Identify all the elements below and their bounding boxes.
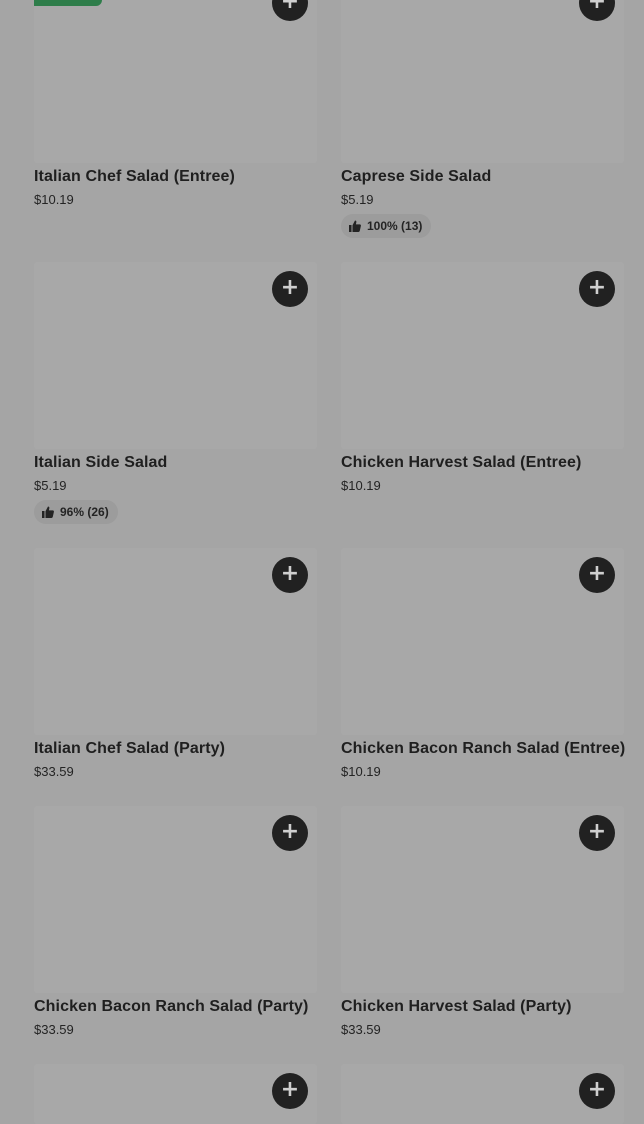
- item-image[interactable]: +: [34, 806, 317, 993]
- add-item-button[interactable]: +: [579, 815, 615, 851]
- rating-text: 96% (26): [60, 505, 109, 519]
- menu-item-card[interactable]: + Italian Chef Salad (Entree) $10.19: [34, 0, 317, 262]
- plus-icon: +: [280, 275, 300, 300]
- item-name[interactable]: Chicken Bacon Ranch Salad (Entree): [341, 740, 625, 758]
- add-item-button[interactable]: +: [272, 271, 308, 307]
- item-name[interactable]: Chicken Harvest Salad (Party): [341, 998, 624, 1016]
- item-price: $5.19: [34, 478, 67, 493]
- item-image[interactable]: +: [34, 1064, 317, 1124]
- add-item-button[interactable]: +: [272, 557, 308, 593]
- plus-icon: +: [587, 1077, 607, 1102]
- item-price: $10.19: [341, 478, 381, 493]
- menu-item-card[interactable]: + Caprese Side Salad $5.19 100% (13): [341, 0, 624, 262]
- add-item-button[interactable]: +: [579, 0, 615, 21]
- menu-item-card[interactable]: + Chicken Harvest Salad (Entree) $10.19: [341, 262, 624, 548]
- item-image[interactable]: +: [341, 1064, 624, 1124]
- item-name[interactable]: Italian Side Salad: [34, 454, 317, 472]
- item-name[interactable]: Caprese Side Salad: [341, 168, 624, 186]
- item-name[interactable]: Chicken Bacon Ranch Salad (Party): [34, 998, 317, 1016]
- item-price: $33.59: [34, 1022, 74, 1037]
- rating-badge: 96% (26): [34, 500, 118, 524]
- item-image[interactable]: +: [341, 262, 624, 449]
- item-name[interactable]: Italian Chef Salad (Entree): [34, 168, 317, 186]
- plus-icon: +: [587, 819, 607, 844]
- item-image[interactable]: +: [34, 0, 317, 163]
- plus-icon: +: [280, 0, 300, 14]
- plus-icon: +: [280, 1077, 300, 1102]
- plus-icon: +: [587, 275, 607, 300]
- item-price: $33.59: [34, 764, 74, 779]
- menu-grid: + Italian Chef Salad (Entree) $10.19 + C…: [34, 0, 625, 1124]
- item-name[interactable]: Chicken Harvest Salad (Entree): [341, 454, 624, 472]
- plus-icon: +: [280, 819, 300, 844]
- plus-icon: +: [280, 561, 300, 586]
- item-price: $5.19: [341, 192, 374, 207]
- menu-item-card[interactable]: + Italian Side Salad $5.19 96% (26): [34, 262, 317, 548]
- thumbs-up-icon: [42, 506, 54, 518]
- item-image[interactable]: +: [34, 548, 317, 735]
- plus-icon: +: [587, 561, 607, 586]
- add-item-button[interactable]: +: [272, 1073, 308, 1109]
- plus-icon: +: [587, 0, 607, 14]
- menu-item-card[interactable]: + Chicken Bacon Ranch Salad (Entree) $10…: [341, 548, 625, 806]
- menu-item-card[interactable]: + Italian Chef Salad (Party) $33.59: [34, 548, 317, 806]
- add-item-button[interactable]: +: [272, 0, 308, 21]
- rating-badge: 100% (13): [341, 214, 432, 238]
- item-image[interactable]: +: [341, 548, 624, 735]
- item-image[interactable]: +: [34, 262, 317, 449]
- menu-item-card[interactable]: +: [34, 1064, 317, 1124]
- item-badge: [34, 0, 102, 6]
- item-price: $10.19: [34, 192, 74, 207]
- rating-text: 100% (13): [367, 219, 423, 233]
- item-price: $33.59: [341, 1022, 381, 1037]
- menu-item-card[interactable]: + Chicken Bacon Ranch Salad (Party) $33.…: [34, 806, 317, 1064]
- item-image[interactable]: +: [341, 806, 624, 993]
- add-item-button[interactable]: +: [579, 1073, 615, 1109]
- add-item-button[interactable]: +: [272, 815, 308, 851]
- thumbs-up-icon: [349, 220, 361, 232]
- menu-item-card[interactable]: +: [341, 1064, 624, 1124]
- item-price: $10.19: [341, 764, 381, 779]
- add-item-button[interactable]: +: [579, 557, 615, 593]
- menu-item-card[interactable]: + Chicken Harvest Salad (Party) $33.59: [341, 806, 624, 1064]
- item-name[interactable]: Italian Chef Salad (Party): [34, 740, 317, 758]
- item-image[interactable]: +: [341, 0, 624, 163]
- add-item-button[interactable]: +: [579, 271, 615, 307]
